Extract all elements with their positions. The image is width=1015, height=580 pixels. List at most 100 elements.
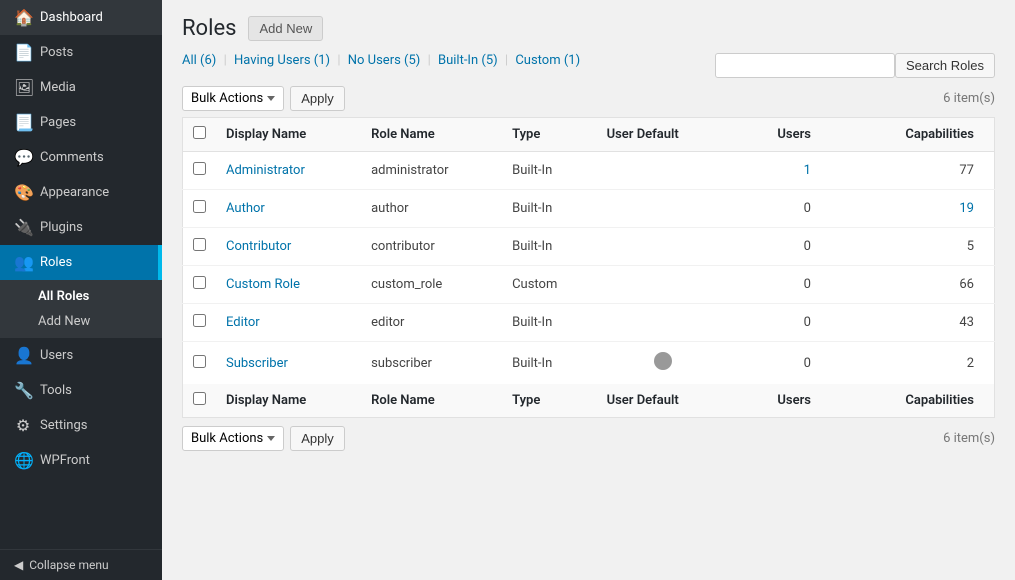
header-type: Type bbox=[502, 118, 596, 152]
role-type: Built-In bbox=[502, 228, 596, 266]
sidebar-item-label: Users bbox=[40, 348, 73, 363]
select-all-checkbox[interactable] bbox=[193, 126, 206, 139]
header-role-name: Role Name bbox=[361, 118, 502, 152]
role-user-default bbox=[597, 304, 730, 342]
role-name-link[interactable]: Editor bbox=[226, 315, 260, 330]
sidebar-item-dashboard[interactable]: 🏠 Dashboard bbox=[0, 0, 162, 35]
role-name-link[interactable]: Author bbox=[226, 201, 265, 216]
filter-links: All (6) | Having Users (1) | No Users (5… bbox=[182, 53, 580, 68]
roles-icon: 👥 bbox=[14, 253, 32, 272]
table-row: Editor editor Built-In 0 43 bbox=[183, 304, 995, 342]
sidebar-item-tools[interactable]: 🔧 Tools bbox=[0, 373, 162, 408]
sidebar-sub-item-add-new[interactable]: Add New bbox=[0, 309, 162, 334]
main-content: Roles Add New All (6) | Having Users (1)… bbox=[162, 0, 1015, 580]
sidebar-item-wpfront[interactable]: 🌐 WPFront bbox=[0, 443, 162, 478]
wpfront-icon: 🌐 bbox=[14, 451, 32, 470]
bulk-actions-label: Bulk Actions bbox=[191, 91, 263, 106]
roles-table: Display Name Role Name Type User Default… bbox=[182, 117, 995, 418]
apply-button-top[interactable]: Apply bbox=[290, 86, 345, 111]
plugins-icon: 🔌 bbox=[14, 218, 32, 237]
filter-custom[interactable]: Custom (1) bbox=[515, 53, 580, 68]
bulk-actions-dropdown-bottom[interactable]: Bulk Actions bbox=[182, 426, 284, 451]
row-checkbox-cell bbox=[183, 228, 217, 266]
search-input[interactable] bbox=[715, 53, 895, 78]
filter-all[interactable]: All (6) bbox=[182, 53, 216, 68]
role-user-default bbox=[597, 266, 730, 304]
row-checkbox-cell bbox=[183, 304, 217, 342]
role-name-link[interactable]: Subscriber bbox=[226, 356, 288, 371]
role-users: 0 bbox=[730, 342, 851, 385]
row-checkbox[interactable] bbox=[193, 355, 206, 368]
items-count-bottom: 6 item(s) bbox=[943, 431, 995, 446]
footer-role-name: Role Name bbox=[361, 384, 502, 418]
role-type: Built-In bbox=[502, 342, 596, 385]
filter-built-in[interactable]: Built-In (5) bbox=[438, 53, 498, 68]
tools-icon: 🔧 bbox=[14, 381, 32, 400]
sidebar-item-pages[interactable]: 📃 Pages bbox=[0, 105, 162, 140]
role-capabilities: 77 bbox=[851, 152, 995, 190]
add-new-button[interactable]: Add New bbox=[248, 16, 323, 41]
bottom-toolbar: Bulk Actions Apply 6 item(s) bbox=[182, 426, 995, 451]
row-checkbox[interactable] bbox=[193, 238, 206, 251]
role-display-name: Author bbox=[216, 190, 361, 228]
search-roles-button[interactable]: Search Roles bbox=[895, 53, 995, 78]
dropdown-arrow-icon bbox=[267, 96, 275, 101]
header-checkbox-cell bbox=[183, 118, 217, 152]
role-name-link[interactable]: Administrator bbox=[226, 163, 305, 178]
collapse-menu-button[interactable]: ◀ Collapse menu bbox=[0, 549, 162, 580]
sidebar-item-label: Media bbox=[40, 80, 76, 95]
row-checkbox-cell bbox=[183, 342, 217, 385]
sidebar-item-media[interactable]: 🖼 Media bbox=[0, 70, 162, 105]
footer-checkbox-cell bbox=[183, 384, 217, 418]
sidebar-item-roles[interactable]: 👥 Roles bbox=[0, 245, 162, 280]
pages-icon: 📃 bbox=[14, 113, 32, 132]
role-user-default bbox=[597, 152, 730, 190]
sidebar-item-users[interactable]: 👤 Users bbox=[0, 338, 162, 373]
search-area: Search Roles bbox=[715, 53, 995, 78]
role-capabilities: 5 bbox=[851, 228, 995, 266]
role-user-default bbox=[597, 342, 730, 385]
sidebar-item-plugins[interactable]: 🔌 Plugins bbox=[0, 210, 162, 245]
role-name-cell: administrator bbox=[361, 152, 502, 190]
filter-having-users[interactable]: Having Users (1) bbox=[234, 53, 330, 68]
filter-no-users[interactable]: No Users (5) bbox=[348, 53, 421, 68]
role-name-cell: author bbox=[361, 190, 502, 228]
sidebar-item-settings[interactable]: ⚙ Settings bbox=[0, 408, 162, 443]
sidebar-item-comments[interactable]: 💬 Comments bbox=[0, 140, 162, 175]
table-row: Contributor contributor Built-In 0 5 bbox=[183, 228, 995, 266]
role-display-name: Custom Role bbox=[216, 266, 361, 304]
role-name-link[interactable]: Custom Role bbox=[226, 277, 300, 292]
header-display-name: Display Name bbox=[216, 118, 361, 152]
sidebar-item-appearance[interactable]: 🎨 Appearance bbox=[0, 175, 162, 210]
sidebar-item-label: Roles bbox=[40, 255, 72, 270]
dropdown-arrow-icon-bottom bbox=[267, 436, 275, 441]
row-checkbox[interactable] bbox=[193, 200, 206, 213]
role-capabilities: 2 bbox=[851, 342, 995, 385]
sidebar-item-label: Comments bbox=[40, 150, 104, 165]
settings-icon: ⚙ bbox=[14, 416, 32, 435]
row-checkbox[interactable] bbox=[193, 162, 206, 175]
row-checkbox[interactable] bbox=[193, 314, 206, 327]
role-user-default bbox=[597, 228, 730, 266]
sidebar-item-label: Appearance bbox=[40, 185, 109, 200]
row-checkbox[interactable] bbox=[193, 276, 206, 289]
role-name-link[interactable]: Contributor bbox=[226, 239, 291, 254]
sidebar-item-label: Pages bbox=[40, 115, 76, 130]
role-name-cell: custom_role bbox=[361, 266, 502, 304]
role-name-cell: contributor bbox=[361, 228, 502, 266]
bulk-actions-dropdown[interactable]: Bulk Actions bbox=[182, 86, 284, 111]
footer-type: Type bbox=[502, 384, 596, 418]
sidebar-item-label: Plugins bbox=[40, 220, 83, 235]
apply-button-bottom[interactable]: Apply bbox=[290, 426, 345, 451]
sidebar-item-label: Dashboard bbox=[40, 10, 103, 25]
roles-submenu: All Roles Add New bbox=[0, 280, 162, 338]
row-checkbox-cell bbox=[183, 266, 217, 304]
role-capabilities: 43 bbox=[851, 304, 995, 342]
sidebar-sub-item-all-roles[interactable]: All Roles bbox=[0, 284, 162, 309]
default-icon bbox=[654, 352, 672, 370]
toolbar-right: 6 item(s) bbox=[943, 91, 995, 106]
table-row: Author author Built-In 0 19 bbox=[183, 190, 995, 228]
role-type: Built-In bbox=[502, 190, 596, 228]
select-all-checkbox-footer[interactable] bbox=[193, 392, 206, 405]
sidebar-item-posts[interactable]: 📄 Posts bbox=[0, 35, 162, 70]
